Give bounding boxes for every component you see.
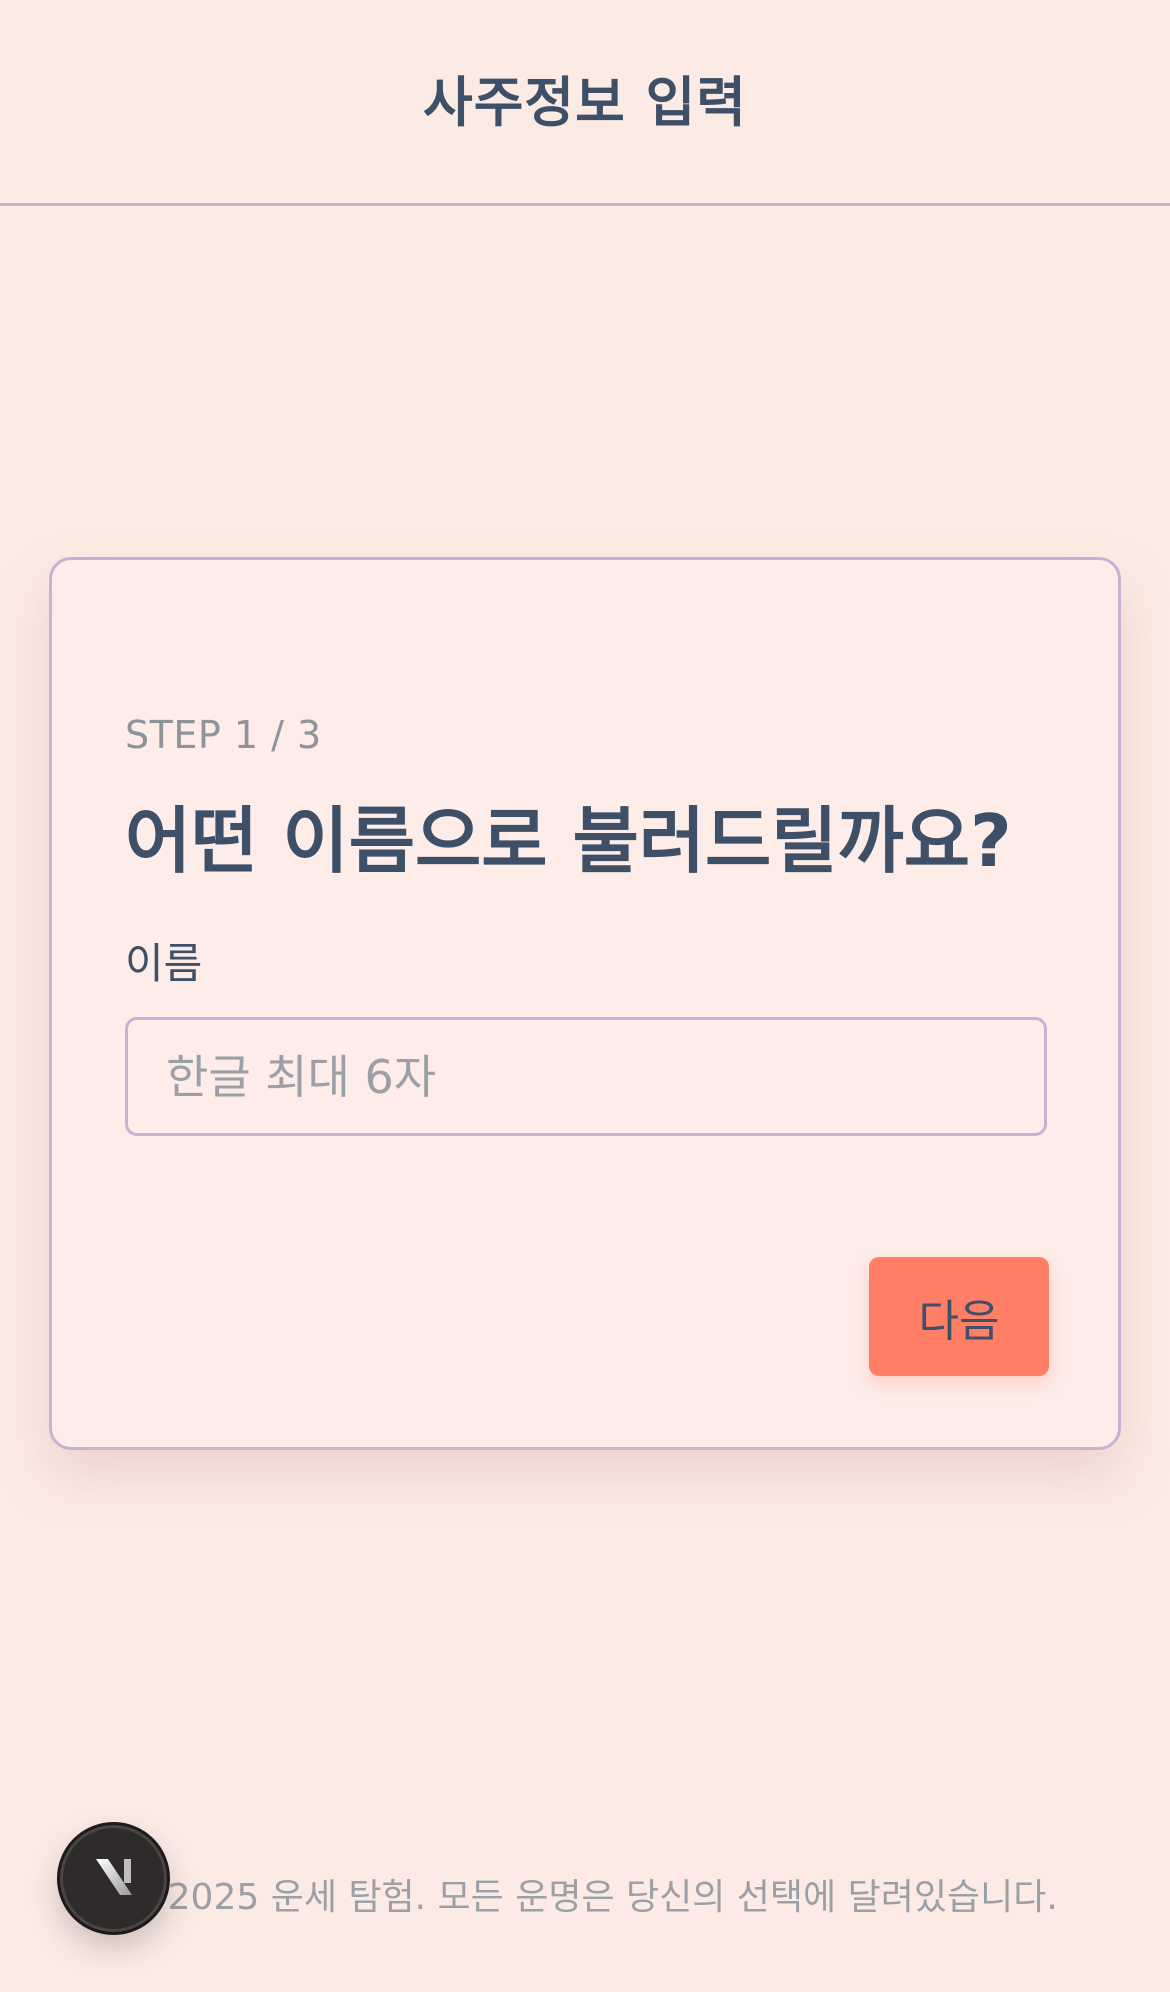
logo-n-icon (95, 1858, 132, 1895)
floating-logo-button[interactable] (57, 1822, 170, 1935)
step-indicator: STEP 1 / 3 (125, 713, 322, 757)
name-form-card: STEP 1 / 3 어떤 이름으로 불러드릴까요? 이름 다음 (49, 557, 1121, 1450)
name-label: 이름 (125, 939, 203, 988)
footer-copyright: © 2025 운세 탐험. 모든 운명은 당신의 선택에 달려있습니다. (120, 1877, 1058, 1918)
page-title: 사주정보 입력 (423, 71, 747, 134)
top-header: 사주정보 입력 (0, 0, 1170, 206)
question-heading: 어떤 이름으로 불러드릴까요? (125, 799, 1012, 883)
name-input[interactable] (125, 1017, 1047, 1136)
next-button[interactable]: 다음 (869, 1257, 1049, 1376)
page: 사주정보 입력 STEP 1 / 3 어떤 이름으로 불러드릴까요? 이름 다음… (0, 0, 1170, 1992)
